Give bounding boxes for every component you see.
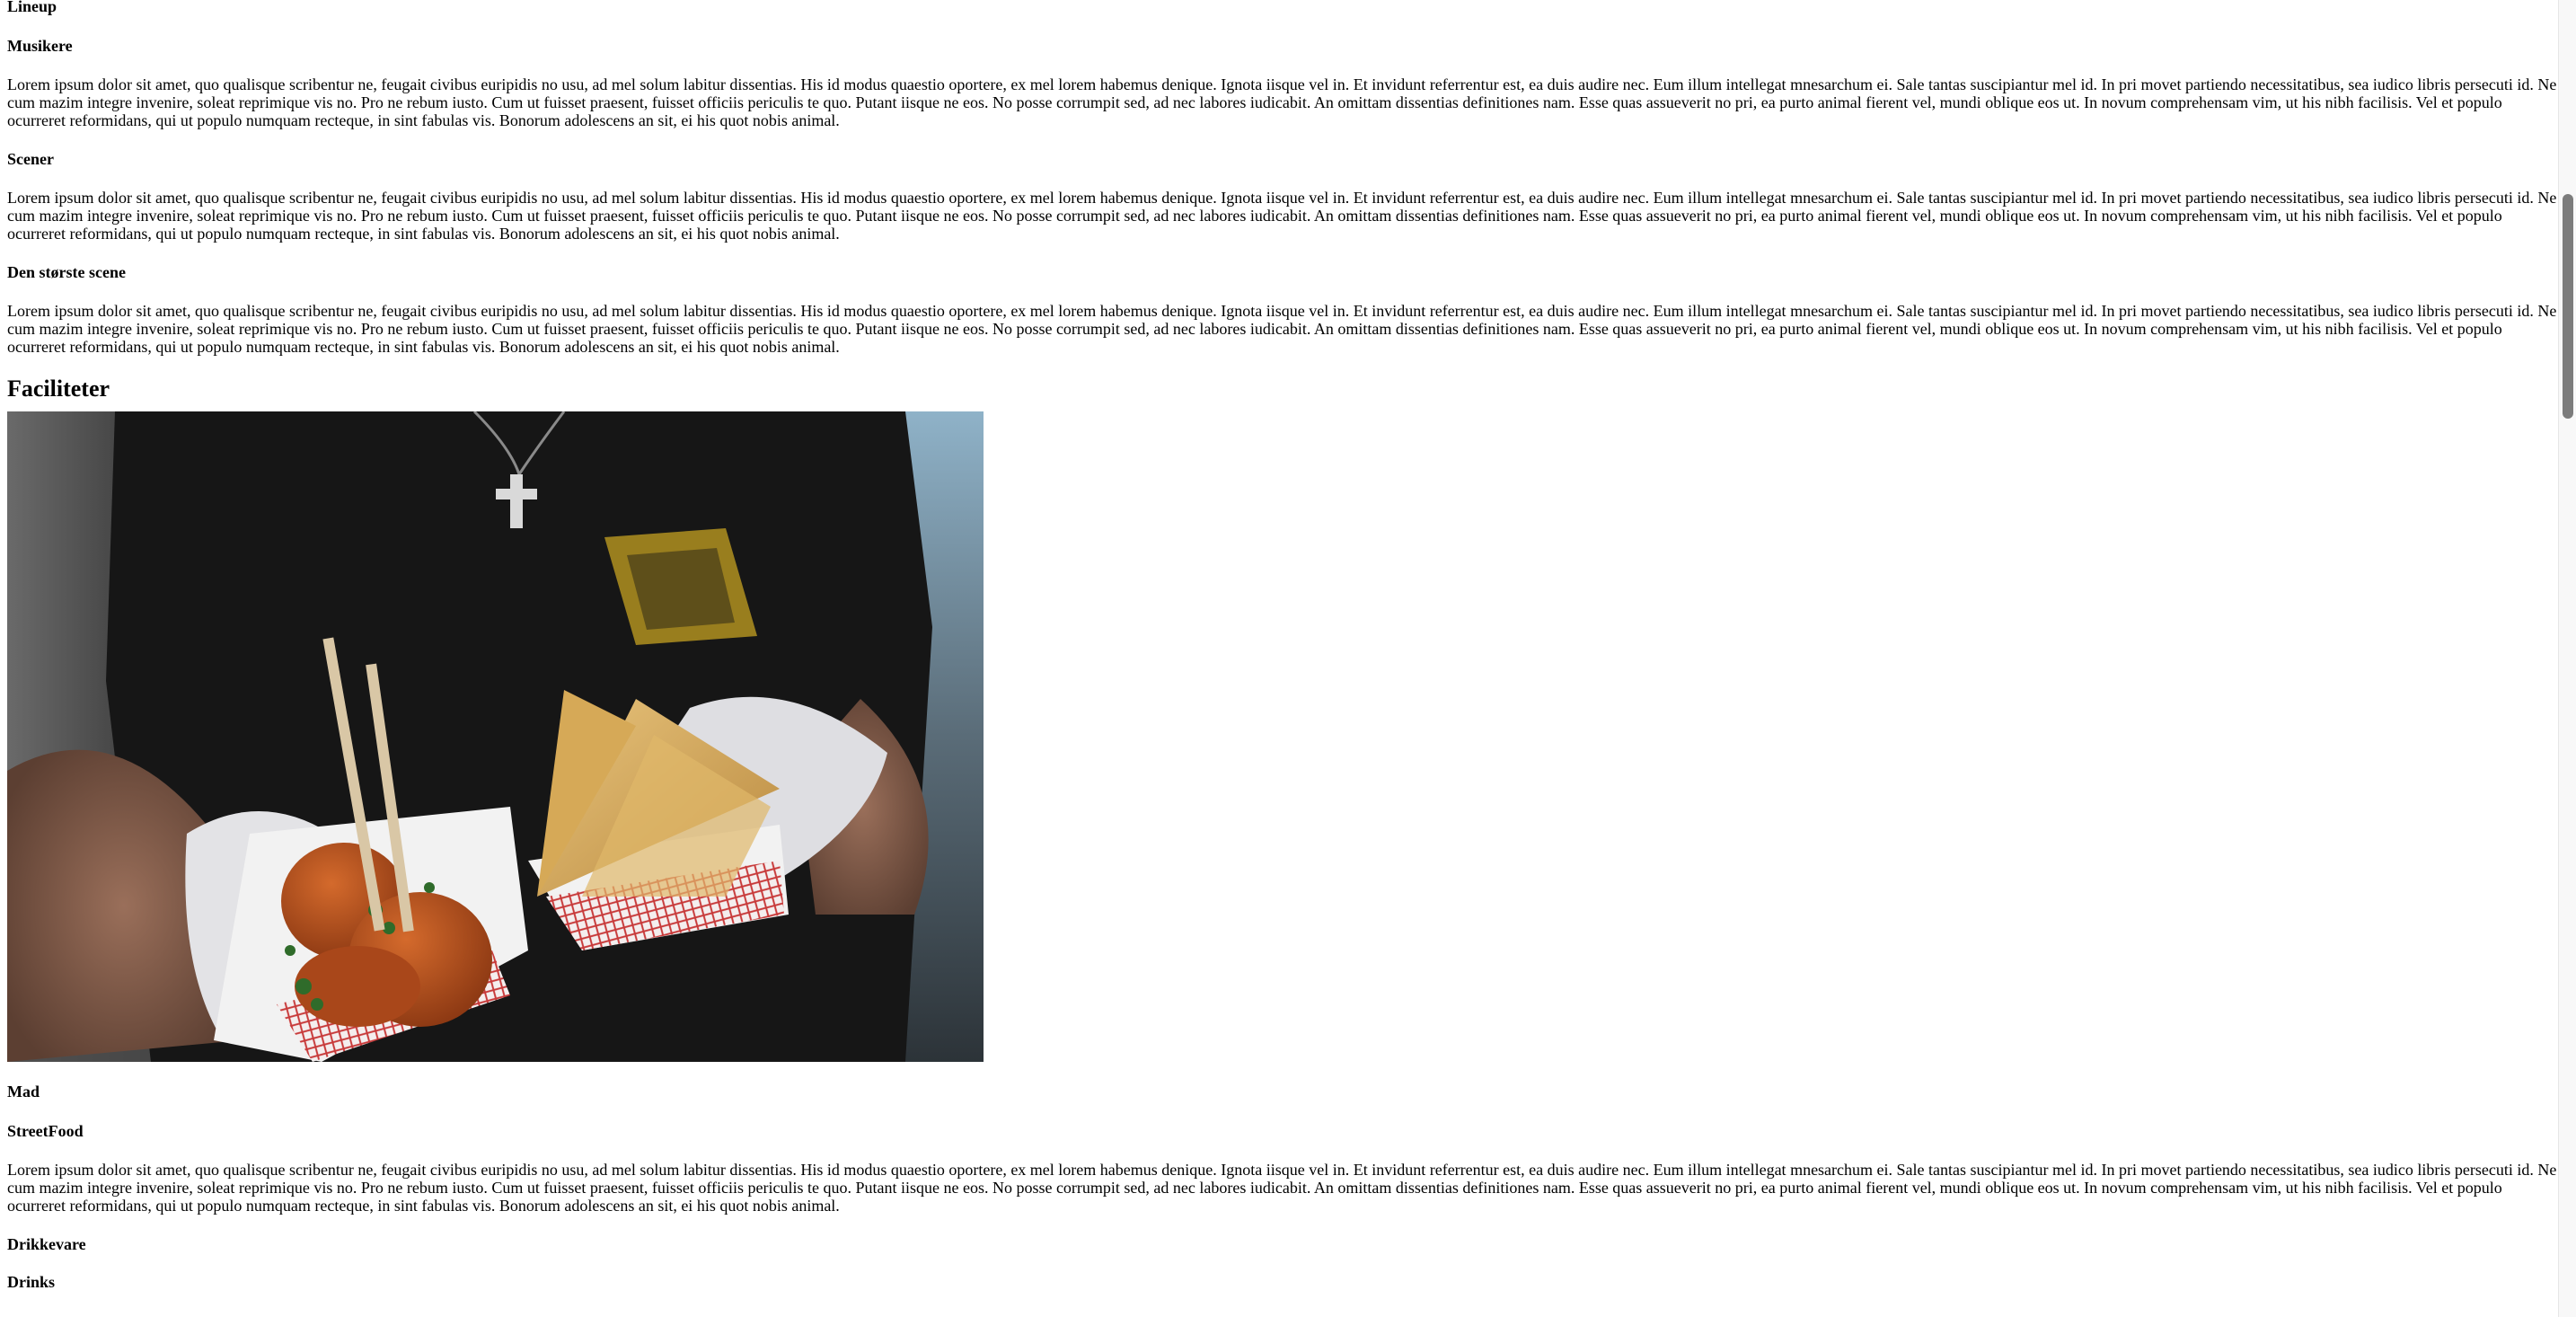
den-storste-scene-paragraph: Lorem ipsum dolor sit amet, quo qualisqu… [7,302,2557,356]
den-storste-scene-heading: Den største scene [7,263,126,281]
musikere-paragraph: Lorem ipsum dolor sit amet, quo qualisqu… [7,75,2557,129]
streetfood-paragraph: Lorem ipsum dolor sit amet, quo qualisqu… [7,1161,2557,1215]
streetfood-heading: StreetFood [7,1122,84,1140]
food-image [7,411,984,1062]
drinks-heading: Drinks [7,1273,56,1291]
lineup-heading: Lineup [7,0,57,15]
scener-heading: Scener [7,150,54,168]
drikkevare-heading: Drikkevare [7,1235,86,1253]
faciliteter-heading: Faciliteter [7,376,110,402]
musikere-heading: Musikere [7,37,73,55]
scener-paragraph: Lorem ipsum dolor sit amet, quo qualisqu… [7,189,2557,243]
scrollbar-thumb[interactable] [2563,194,2573,419]
mad-heading: Mad [7,1083,40,1100]
street-food-photo [7,411,2558,1062]
page-body: Lineup Musikere Lorem ipsum dolor sit am… [0,0,2558,1317]
vertical-scrollbar[interactable] [2558,0,2576,1317]
main-content: Lineup Musikere Lorem ipsum dolor sit am… [7,0,2558,1292]
